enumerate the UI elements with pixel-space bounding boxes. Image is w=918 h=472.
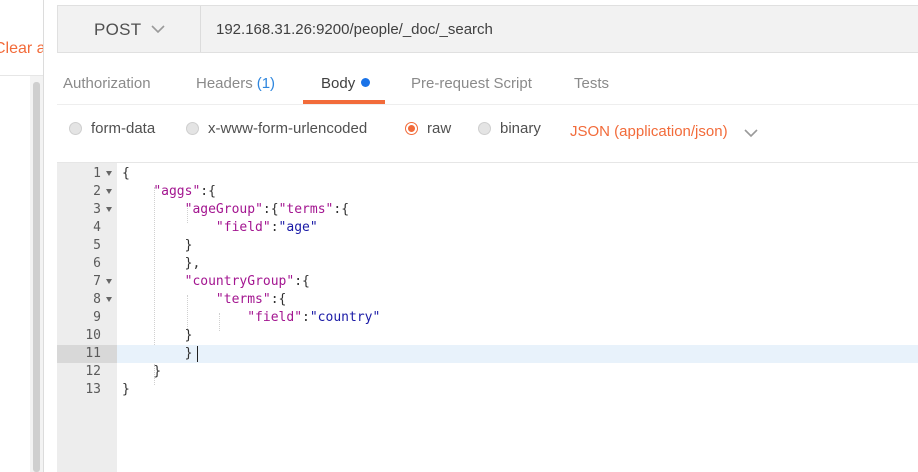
code-line: 7 "countryGroup":{ xyxy=(57,273,918,291)
chevron-down-icon[interactable] xyxy=(743,125,759,141)
tab-headers[interactable]: Headers (1) xyxy=(196,75,275,92)
tab-label: Tests xyxy=(574,75,610,92)
method-dropdown[interactable]: POST xyxy=(58,6,201,52)
method-label: POST xyxy=(94,20,142,39)
line-number: 10 xyxy=(85,328,101,343)
code-text: } xyxy=(122,238,193,253)
radio-circle-icon xyxy=(69,122,82,135)
fold-arrow-icon[interactable] xyxy=(106,171,112,176)
line-number: 7 xyxy=(93,274,101,289)
tab-authorization[interactable]: Authorization xyxy=(63,75,151,92)
code-text: "field":"age" xyxy=(215,220,318,235)
code-line: 5 } xyxy=(57,237,918,255)
radio-label: x-www-form-urlencoded xyxy=(208,120,368,137)
line-number: 1 xyxy=(93,166,101,181)
radio-binary[interactable]: binary xyxy=(478,120,541,137)
code-text: } xyxy=(122,382,130,397)
radio-circle-icon xyxy=(478,122,491,135)
code-line: 6 }, xyxy=(57,255,918,273)
tab-label: Body xyxy=(321,75,356,92)
code-text: } xyxy=(122,346,193,361)
line-number: 5 xyxy=(93,238,101,253)
code-text: } xyxy=(122,364,162,379)
text-cursor xyxy=(197,346,198,362)
tab-pre-request-script[interactable]: Pre-request Script xyxy=(411,75,532,92)
code-line: 12 } xyxy=(57,363,918,381)
fold-arrow-icon[interactable] xyxy=(106,297,112,302)
code-line: 3 "ageGroup":{"terms":{ xyxy=(57,201,918,219)
radio-circle-icon xyxy=(186,122,199,135)
request-tabs: Authorization Headers (1) Body Pre-reques… xyxy=(57,64,918,104)
headers-count-badge: (1) xyxy=(256,75,276,92)
code-line: 8 "terms":{ xyxy=(57,291,918,309)
clear-all-link[interactable]: Clear all xyxy=(0,40,43,58)
tab-body[interactable]: Body xyxy=(321,75,371,92)
code-text: "ageGroup":{"terms":{ xyxy=(184,202,350,217)
sidebar-scrollbar-thumb[interactable] xyxy=(33,82,40,472)
tab-label: Authorization xyxy=(63,75,151,92)
line-number: 4 xyxy=(93,220,101,235)
code-text: "countryGroup":{ xyxy=(184,274,310,289)
fold-arrow-icon[interactable] xyxy=(106,189,112,194)
code-text: }, xyxy=(122,256,201,271)
code-line-active: 11 } xyxy=(57,345,918,363)
body-type-selector: form-data x-www-form-urlencoded raw bina… xyxy=(57,114,918,146)
code-text: "aggs":{ xyxy=(153,184,216,199)
content-type-dropdown[interactable]: JSON (application/json) xyxy=(570,123,728,140)
code-text: } xyxy=(122,328,193,343)
radio-label: raw xyxy=(427,120,452,137)
line-number: 12 xyxy=(85,364,101,379)
body-code-editor[interactable]: 1 { 2 "aggs":{ 3 "ageGroup":{"terms":{ 4… xyxy=(57,162,918,472)
code-text: "field":"country" xyxy=(247,310,381,325)
line-number: 11 xyxy=(85,346,101,361)
tab-label: Pre-request Script xyxy=(411,75,532,92)
chevron-down-icon xyxy=(151,25,165,34)
body-modified-dot-icon xyxy=(361,78,371,87)
code-line: 9 "field":"country" xyxy=(57,309,918,327)
fold-arrow-icon[interactable] xyxy=(106,279,112,284)
line-number: 3 xyxy=(93,202,101,217)
history-sidebar: Clear all xyxy=(0,0,44,472)
line-number: 9 xyxy=(93,310,101,325)
code-line: 2 "aggs":{ xyxy=(57,183,918,201)
code-line: 10 } xyxy=(57,327,918,345)
line-number: 2 xyxy=(93,184,101,199)
line-number: 6 xyxy=(93,256,101,271)
radio-raw[interactable]: raw xyxy=(405,120,451,137)
code-text: { xyxy=(122,166,130,181)
radio-label: form-data xyxy=(91,120,156,137)
fold-arrow-icon[interactable] xyxy=(106,207,112,212)
radio-form-data[interactable]: form-data xyxy=(69,120,155,137)
code-line: 4 "field":"age" xyxy=(57,219,918,237)
tab-tests[interactable]: Tests xyxy=(574,75,609,92)
radio-selected-icon xyxy=(405,122,418,135)
code-text: "terms":{ xyxy=(215,292,287,307)
code-line: 1 { xyxy=(57,165,918,183)
radio-x-www-form-urlencoded[interactable]: x-www-form-urlencoded xyxy=(186,120,367,137)
request-url-bar: POST 192.168.31.26:9200/people/_doc/_sea… xyxy=(57,5,918,53)
radio-label: binary xyxy=(500,120,541,137)
tab-label: Headers xyxy=(196,75,253,92)
line-number: 8 xyxy=(93,292,101,307)
tabs-divider xyxy=(57,104,918,105)
code-line: 13 } xyxy=(57,381,918,399)
line-number: 13 xyxy=(85,382,101,397)
url-input[interactable]: 192.168.31.26:9200/people/_doc/_search xyxy=(216,21,493,38)
